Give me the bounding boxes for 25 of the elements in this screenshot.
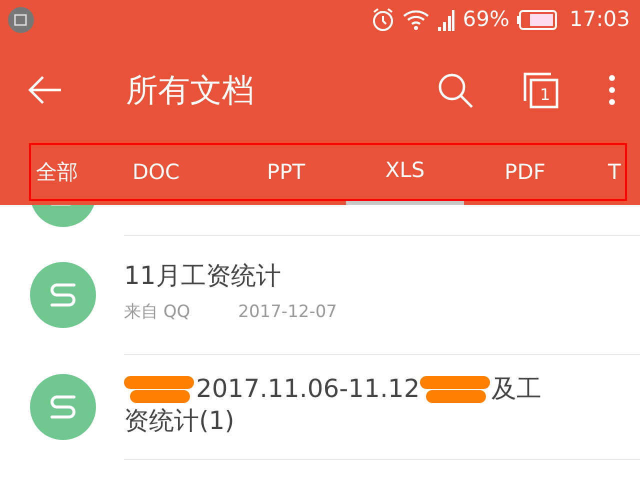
tab[interactable]: PPT <box>226 140 346 205</box>
back-icon[interactable] <box>28 75 62 105</box>
file-name[interactable]: 11月工资统计 <box>124 260 640 292</box>
alarm-icon <box>370 8 395 32</box>
search-icon[interactable] <box>436 71 474 109</box>
file-date: 2017-12-07 <box>238 301 337 324</box>
tab[interactable]: T <box>586 140 626 205</box>
file-name[interactable]: 2017.11.06-11.12 及工 资统计(1) <box>124 372 640 437</box>
window-count: 1 <box>540 84 550 106</box>
tab[interactable]: 全部 <box>36 140 86 205</box>
windows-icon <box>522 71 560 109</box>
wifi-icon <box>402 9 429 31</box>
battery-icon <box>517 10 558 30</box>
screenshot-icon <box>8 7 34 33</box>
signal-icon <box>436 9 455 31</box>
window-count-button[interactable]: 1 <box>522 71 560 109</box>
tab[interactable]: XLS <box>346 140 464 205</box>
tab[interactable]: DOC <box>86 140 226 205</box>
tab[interactable]: PDF <box>464 140 586 205</box>
app-title: 所有文档 <box>126 70 254 111</box>
clock: 17:03 <box>569 6 630 34</box>
more-icon[interactable] <box>608 74 616 106</box>
file-source: 来自 QQ <box>124 301 190 324</box>
redaction-mark <box>124 374 196 405</box>
battery-percentage: 69% <box>462 6 510 34</box>
